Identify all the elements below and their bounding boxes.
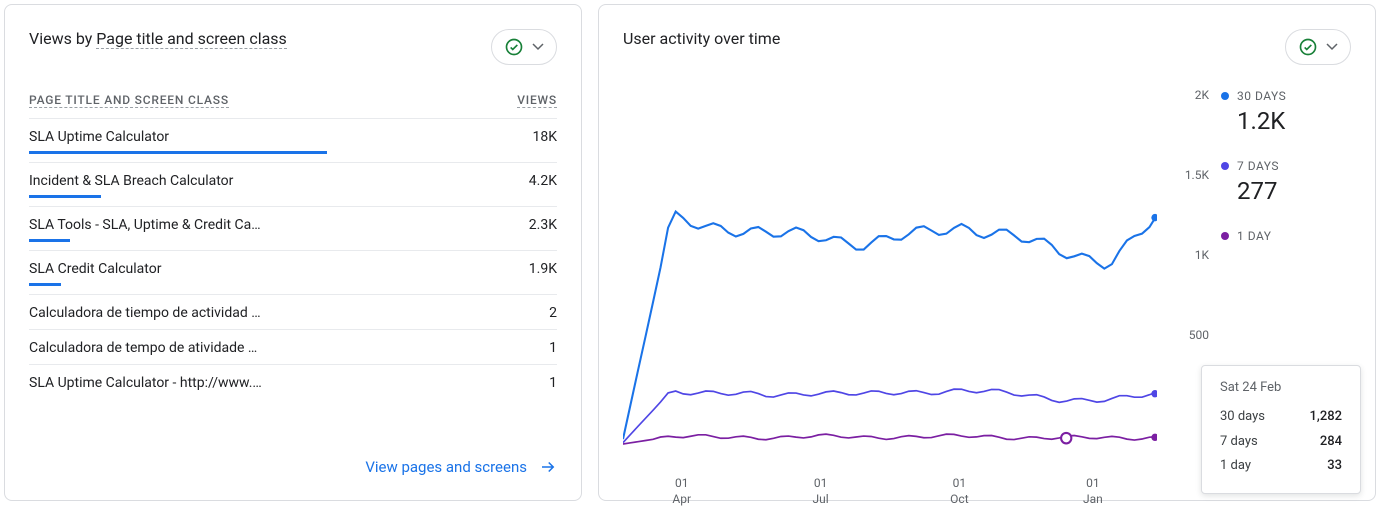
bar-fill <box>29 239 70 242</box>
row-value: 1 <box>480 330 557 365</box>
row-label: Calculadora de tempo de atividade … <box>29 330 480 365</box>
table-row[interactable]: SLA Credit Calculator1.9K <box>29 251 557 295</box>
view-pages-link[interactable]: View pages and screens <box>365 458 557 476</box>
bar-track <box>29 151 480 154</box>
caret-down-icon <box>1326 43 1338 51</box>
chart-hover-point <box>1061 433 1071 444</box>
chart-series-line <box>623 212 1157 440</box>
y-tick-label: 1.5K <box>1185 168 1209 182</box>
row-label: SLA Uptime Calculator <box>29 119 480 163</box>
card-title: Views by Page title and screen class <box>29 29 287 48</box>
bar-fill <box>29 195 101 198</box>
tooltip-date: Sat 24 Feb <box>1220 380 1342 395</box>
table-row[interactable]: SLA Uptime Calculator - http://www.…1 <box>29 365 557 400</box>
card-status-dropdown[interactable] <box>1285 29 1351 65</box>
tooltip-row: 30 days1,282 <box>1220 405 1342 430</box>
caret-down-icon <box>532 43 544 51</box>
row-value: 4.2K <box>480 163 557 207</box>
y-tick-label: 500 <box>1189 328 1209 342</box>
legend-dot-icon <box>1221 92 1229 100</box>
x-tick-label: 01Apr <box>672 476 691 507</box>
table-row[interactable]: Calculadora de tiempo de actividad …2 <box>29 295 557 330</box>
card-header: User activity over time <box>623 29 1351 65</box>
bar-fill <box>29 151 327 154</box>
activity-line-chart[interactable] <box>623 85 1157 476</box>
legend-dot-icon <box>1221 162 1229 170</box>
x-tick-label: 01Oct <box>950 476 968 507</box>
footer-link-label: View pages and screens <box>365 458 527 476</box>
bar-track <box>29 283 480 286</box>
y-tick-label: 2K <box>1195 88 1209 102</box>
arrow-right-icon <box>539 458 557 476</box>
col-dimension-header[interactable]: PAGE TITLE AND SCREEN CLASS <box>29 93 229 108</box>
row-value: 2 <box>480 295 557 330</box>
chart-tooltip: Sat 24 Feb 30 days1,2827 days2841 day33 <box>1201 365 1361 494</box>
check-circle-icon <box>1298 37 1318 57</box>
row-label: SLA Tools - SLA, Uptime & Credit Ca… <box>29 207 480 251</box>
tooltip-row: 7 days284 <box>1220 430 1342 455</box>
chart-series-end-dot <box>1151 390 1157 397</box>
card-title: User activity over time <box>623 29 780 48</box>
chart-container[interactable]: 01Apr01Jul01Oct01Jan <box>623 85 1157 476</box>
row-value: 1.9K <box>480 251 557 295</box>
legend-item: 7 DAYS 277 <box>1221 159 1351 205</box>
chart-area: 01Apr01Jul01Oct01Jan 2K1.5K1K5000 30 DAY… <box>623 85 1351 476</box>
legend-item: 30 DAYS 1.2K <box>1221 89 1351 135</box>
row-value: 18K <box>480 119 557 163</box>
x-tick-label: 01Jan <box>1083 476 1103 507</box>
card-status-dropdown[interactable] <box>491 29 557 65</box>
table-row[interactable]: Calculadora de tempo de atividade …1 <box>29 330 557 365</box>
table-row[interactable]: Incident & SLA Breach Calculator4.2K <box>29 163 557 207</box>
col-metric-header[interactable]: VIEWS <box>517 93 557 108</box>
user-activity-card: User activity over time 01Apr01Jul01Oct0… <box>598 4 1376 501</box>
bar-track <box>29 239 480 242</box>
chart-series-end-dot <box>1151 434 1157 441</box>
row-value: 1 <box>480 365 557 400</box>
card-header: Views by Page title and screen class <box>29 29 557 65</box>
row-label: Calculadora de tiempo de actividad … <box>29 295 480 330</box>
legend-item: 1 DAY <box>1221 229 1351 243</box>
title-dimension[interactable]: Page title and screen class <box>96 29 287 49</box>
legend-value: 1.2K <box>1237 107 1351 135</box>
legend-label: 7 DAYS <box>1221 159 1351 173</box>
row-label: SLA Uptime Calculator - http://www.… <box>29 365 480 400</box>
chart-series-line <box>623 434 1157 444</box>
views-table: PAGE TITLE AND SCREEN CLASS VIEWS SLA Up… <box>29 85 557 399</box>
row-label: Incident & SLA Breach Calculator <box>29 163 480 207</box>
legend-value: 277 <box>1237 177 1351 205</box>
title-prefix: Views by <box>29 29 96 48</box>
card-footer: View pages and screens <box>29 442 557 476</box>
bar-track <box>29 195 480 198</box>
chart-series-end-dot <box>1151 214 1157 221</box>
tooltip-row: 1 day33 <box>1220 454 1342 479</box>
y-tick-label: 1K <box>1195 248 1209 262</box>
views-by-page-card: Views by Page title and screen class PAG… <box>4 4 582 501</box>
table-row[interactable]: SLA Uptime Calculator18K <box>29 119 557 163</box>
table-row[interactable]: SLA Tools - SLA, Uptime & Credit Ca…2.3K <box>29 207 557 251</box>
row-value: 2.3K <box>480 207 557 251</box>
legend-label: 1 DAY <box>1221 229 1351 243</box>
row-label: SLA Credit Calculator <box>29 251 480 295</box>
x-tick-label: 01Jul <box>813 476 829 507</box>
legend-label: 30 DAYS <box>1221 89 1351 103</box>
legend-dot-icon <box>1221 232 1229 240</box>
check-circle-icon <box>504 37 524 57</box>
bar-fill <box>29 283 61 286</box>
